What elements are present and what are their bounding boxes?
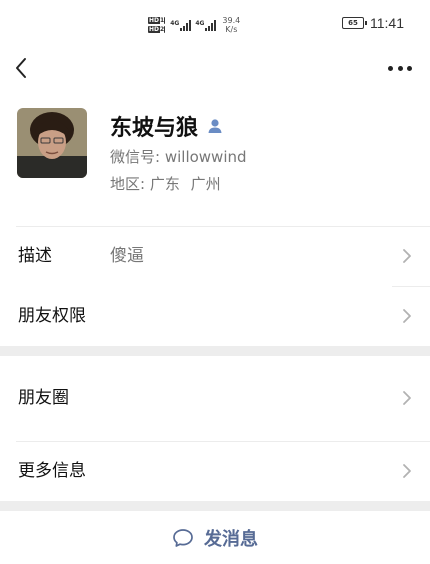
network-speed-unit: K/s [225, 25, 238, 34]
chevron-right-icon [403, 309, 411, 323]
more-options-button[interactable] [388, 56, 412, 80]
moments-label: 朋友圈 [18, 388, 69, 408]
status-time: 11:41 [370, 15, 404, 31]
region-province: 广东 [149, 175, 180, 193]
status-bar: HD1 HD2 4G 4G 39.4 K/s 65 11:41 [0, 0, 430, 50]
moments-row[interactable]: 朋友圈 [0, 368, 430, 428]
battery-icon: 65 [342, 17, 367, 29]
network-speed-value: 39.4 [222, 16, 241, 25]
description-row[interactable]: 描述 傻逼 [0, 226, 430, 286]
avatar-image [17, 108, 87, 178]
avatar[interactable] [17, 108, 87, 178]
region-label: 地区: [110, 175, 146, 193]
region: 地区: 广东 广州 [110, 173, 221, 194]
chat-bubble-icon [173, 529, 193, 547]
ellipsis-icon [388, 65, 393, 71]
send-message-button[interactable]: 发消息 [0, 512, 430, 564]
back-button[interactable] [12, 54, 36, 82]
chevron-right-icon [403, 464, 411, 478]
friend-permissions-label: 朋友权限 [18, 306, 86, 326]
wechat-id-value: willowwind [164, 148, 247, 166]
send-message-label: 发消息 [204, 529, 258, 550]
chevron-right-icon [403, 249, 411, 263]
friend-permissions-row[interactable]: 朋友权限 [0, 286, 430, 346]
profile-header: 东坡与狼 微信号: willowwind 地区: 广东 广州 [0, 100, 430, 226]
more-info-row[interactable]: 更多信息 [0, 441, 430, 501]
status-bar-right: 65 11:41 [342, 15, 404, 31]
region-city: 广州 [190, 175, 221, 193]
hd-badge-2: HD2 [148, 26, 166, 33]
wechat-id-label: 微信号: [110, 148, 161, 166]
chevron-right-icon [403, 391, 411, 405]
description-label: 描述 [18, 246, 52, 266]
navigation-bar [0, 50, 430, 86]
signal-1-icon: 4G [170, 19, 192, 31]
hd-badge-1: HD1 [148, 17, 166, 24]
name-row: 东坡与狼 [110, 110, 224, 142]
network-speed: 39.4 K/s [222, 16, 240, 34]
wechat-id: 微信号: willowwind [110, 146, 247, 167]
section-gap [0, 501, 430, 511]
hd-indicator-stack: HD1 HD2 [148, 17, 166, 33]
more-info-label: 更多信息 [18, 461, 86, 481]
nickname: 东坡与狼 [110, 116, 199, 141]
signal-2-icon: 4G [195, 19, 217, 31]
person-icon [208, 119, 222, 133]
section-gap [0, 346, 430, 356]
status-bar-indicators: HD1 HD2 4G 4G 39.4 K/s [148, 12, 240, 38]
chevron-left-icon [16, 58, 26, 78]
description-value: 傻逼 [110, 246, 144, 266]
